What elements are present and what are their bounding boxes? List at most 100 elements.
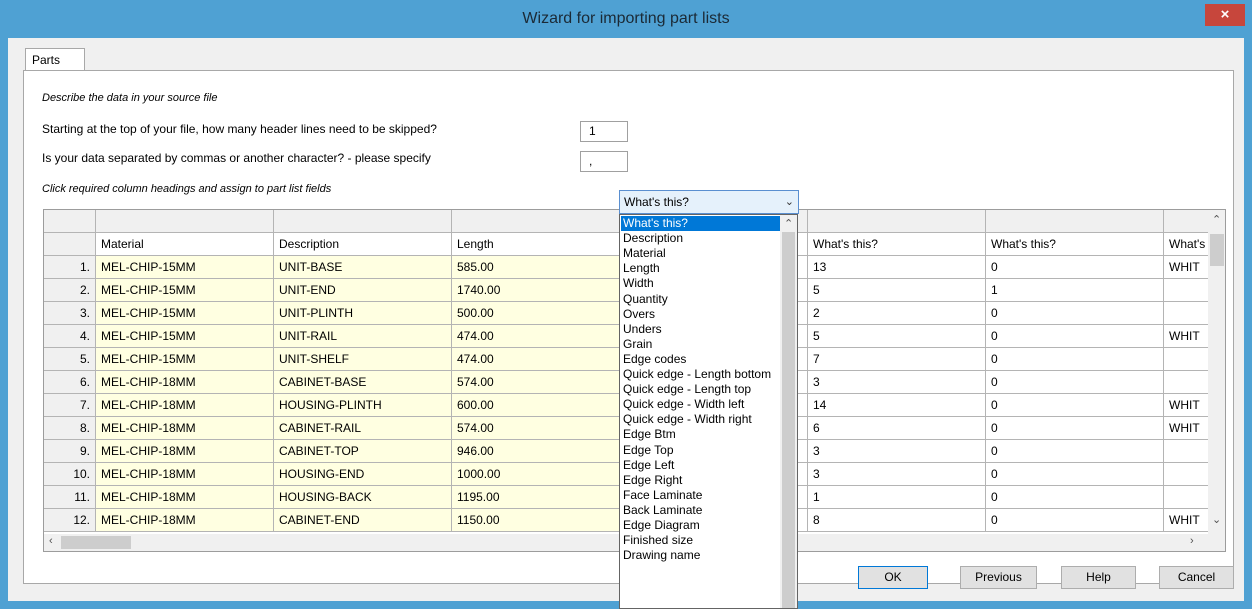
grid-cell-material[interactable]: MEL-CHIP-18MM: [96, 371, 274, 394]
grid-cell-length[interactable]: 574.00: [452, 417, 630, 440]
grid-cell-material[interactable]: MEL-CHIP-18MM: [96, 417, 274, 440]
dropdown-option[interactable]: Description: [621, 231, 781, 246]
dropdown-option[interactable]: Material: [621, 246, 781, 261]
column-heading[interactable]: What's this?: [986, 233, 1164, 256]
grid-header-blank-cell[interactable]: [274, 210, 452, 233]
column-heading[interactable]: Length: [452, 233, 630, 256]
grid-cell-description[interactable]: CABINET-TOP: [274, 440, 452, 463]
grid-cell-c6[interactable]: 0: [986, 325, 1164, 348]
column-field-options[interactable]: What's this? Description Material Length Wid…: [619, 214, 798, 609]
grid-cell-c6[interactable]: 0: [986, 394, 1164, 417]
dropdown-option[interactable]: Edge Left: [621, 458, 781, 473]
column-heading[interactable]: Description: [274, 233, 452, 256]
close-button[interactable]: ×: [1205, 4, 1245, 26]
dropdown-option[interactable]: Edge Diagram: [621, 518, 781, 533]
column-heading[interactable]: Material: [96, 233, 274, 256]
grid-cell-c5[interactable]: 3: [808, 440, 986, 463]
grid-cell-description[interactable]: HOUSING-BACK: [274, 486, 452, 509]
dropdown-option[interactable]: Edge codes: [621, 352, 781, 367]
scroll-right-icon[interactable]: ›: [1190, 535, 1194, 547]
dropdown-option[interactable]: Edge Btm: [621, 427, 781, 442]
tab-parts[interactable]: Parts: [25, 48, 85, 70]
scroll-left-icon[interactable]: ‹: [49, 535, 53, 547]
grid-cell-material[interactable]: MEL-CHIP-18MM: [96, 463, 274, 486]
grid-cell-description[interactable]: UNIT-PLINTH: [274, 302, 452, 325]
grid-cell-c6[interactable]: 0: [986, 302, 1164, 325]
dropdown-option[interactable]: Quantity: [621, 292, 781, 307]
grid-cell-c5[interactable]: 14: [808, 394, 986, 417]
grid-cell-description[interactable]: CABINET-END: [274, 509, 452, 532]
dropdown-option[interactable]: Edge Right: [621, 473, 781, 488]
dropdown-scroll-up-icon[interactable]: ⌃: [784, 217, 793, 230]
grid-cell-material[interactable]: MEL-CHIP-15MM: [96, 279, 274, 302]
grid-cell-description[interactable]: UNIT-END: [274, 279, 452, 302]
scroll-down-icon[interactable]: ⌄: [1212, 513, 1221, 526]
grid-cell-c5[interactable]: 3: [808, 463, 986, 486]
grid-cell-length[interactable]: 1150.00: [452, 509, 630, 532]
dropdown-option[interactable]: Quick edge - Length top: [621, 382, 781, 397]
grid-cell-length[interactable]: 500.00: [452, 302, 630, 325]
grid-cell-c6[interactable]: 0: [986, 256, 1164, 279]
grid-cell-description[interactable]: HOUSING-PLINTH: [274, 394, 452, 417]
chevron-down-icon[interactable]: ⌄: [785, 191, 794, 213]
dropdown-option[interactable]: Width: [621, 276, 781, 291]
grid-cell-material[interactable]: MEL-CHIP-18MM: [96, 509, 274, 532]
grid-header-blank-cell[interactable]: [452, 210, 630, 233]
ok-button[interactable]: OK: [858, 566, 928, 589]
grid-cell-material[interactable]: MEL-CHIP-15MM: [96, 302, 274, 325]
grid-cell-description[interactable]: CABINET-RAIL: [274, 417, 452, 440]
grid-cell-material[interactable]: MEL-CHIP-18MM: [96, 440, 274, 463]
previous-button[interactable]: Previous: [960, 566, 1037, 589]
grid-cell-c6[interactable]: 0: [986, 509, 1164, 532]
dropdown-scroll-thumb[interactable]: [782, 232, 795, 608]
grid-cell-length[interactable]: 585.00: [452, 256, 630, 279]
dropdown-option[interactable]: Quick edge - Width left: [621, 397, 781, 412]
cancel-button[interactable]: Cancel: [1159, 566, 1234, 589]
dropdown-option[interactable]: Grain: [621, 337, 781, 352]
grid-cell-c5[interactable]: 8: [808, 509, 986, 532]
grid-cell-material[interactable]: MEL-CHIP-18MM: [96, 394, 274, 417]
separator-input[interactable]: ,: [580, 151, 628, 172]
grid-cell-length[interactable]: 1740.00: [452, 279, 630, 302]
grid-cell-c5[interactable]: 7: [808, 348, 986, 371]
dropdown-option[interactable]: Length: [621, 261, 781, 276]
grid-header-blank-cell[interactable]: [96, 210, 274, 233]
grid-header-blank-cell[interactable]: [986, 210, 1164, 233]
dropdown-option[interactable]: Quick edge - Width right: [621, 412, 781, 427]
grid-cell-description[interactable]: UNIT-SHELF: [274, 348, 452, 371]
grid-cell-description[interactable]: UNIT-RAIL: [274, 325, 452, 348]
column-field-dropdown[interactable]: What's this? ⌄: [619, 190, 799, 214]
grid-header-blank-cell[interactable]: [808, 210, 986, 233]
horizontal-scroll-thumb[interactable]: [61, 536, 131, 549]
grid-cell-c5[interactable]: 6: [808, 417, 986, 440]
dropdown-option[interactable]: Back Laminate: [621, 503, 781, 518]
grid-cell-material[interactable]: MEL-CHIP-15MM: [96, 256, 274, 279]
dropdown-option[interactable]: Quick edge - Length bottom: [621, 367, 781, 382]
grid-cell-length[interactable]: 474.00: [452, 348, 630, 371]
grid-cell-c6[interactable]: 0: [986, 417, 1164, 440]
grid-cell-length[interactable]: 474.00: [452, 325, 630, 348]
dropdown-option[interactable]: Drawing name: [621, 548, 781, 563]
dropdown-option[interactable]: Overs: [621, 307, 781, 322]
column-heading[interactable]: What's this?: [808, 233, 986, 256]
dropdown-option[interactable]: Unders: [621, 322, 781, 337]
grid-cell-length[interactable]: 1195.00: [452, 486, 630, 509]
grid-cell-c5[interactable]: 13: [808, 256, 986, 279]
grid-cell-c6[interactable]: 0: [986, 486, 1164, 509]
grid-cell-c5[interactable]: 1: [808, 486, 986, 509]
grid-cell-description[interactable]: HOUSING-END: [274, 463, 452, 486]
grid-cell-c5[interactable]: 5: [808, 325, 986, 348]
grid-cell-length[interactable]: 1000.00: [452, 463, 630, 486]
dropdown-scrollbar[interactable]: ⌃: [780, 215, 797, 608]
header-lines-input[interactable]: 1: [580, 121, 628, 142]
dropdown-option[interactable]: What's this?: [621, 216, 781, 231]
grid-cell-material[interactable]: MEL-CHIP-15MM: [96, 348, 274, 371]
vertical-scrollbar[interactable]: ⌃ ⌄: [1208, 210, 1225, 551]
dropdown-option[interactable]: Finished size: [621, 533, 781, 548]
grid-cell-length[interactable]: 600.00: [452, 394, 630, 417]
scroll-up-icon[interactable]: ⌃: [1212, 213, 1221, 226]
dropdown-option[interactable]: Edge Top: [621, 443, 781, 458]
grid-cell-length[interactable]: 574.00: [452, 371, 630, 394]
grid-cell-description[interactable]: CABINET-BASE: [274, 371, 452, 394]
help-button[interactable]: Help: [1061, 566, 1136, 589]
